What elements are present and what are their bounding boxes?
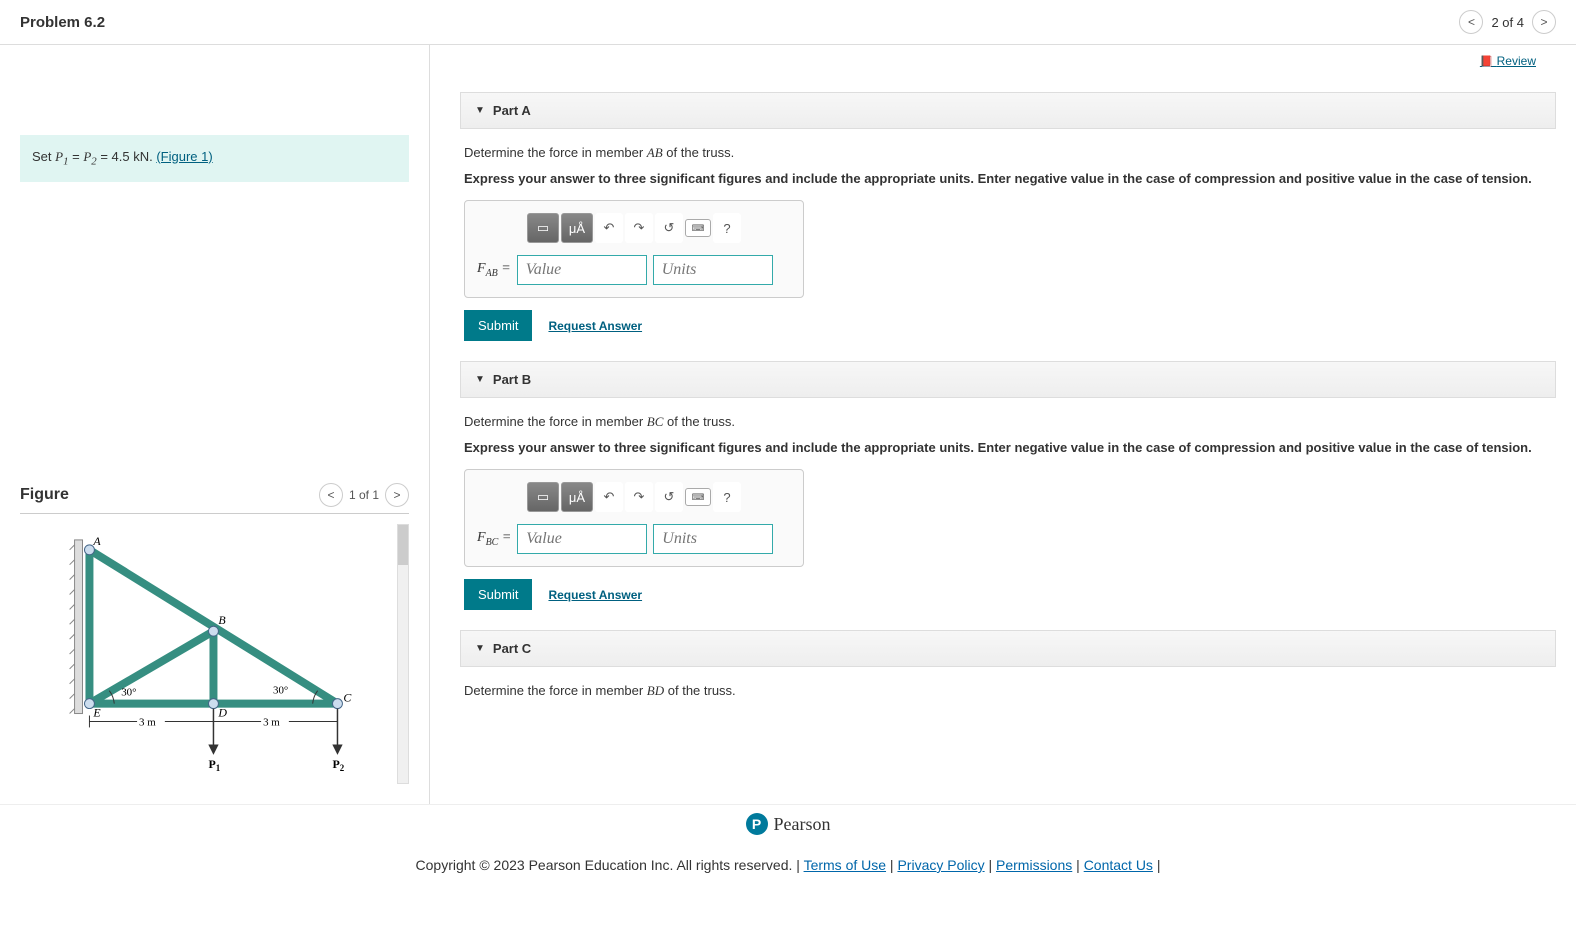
svg-text:E: E (92, 706, 101, 720)
fab-label: FAB = (477, 261, 511, 279)
part-a-instructions: Express your answer to three significant… (464, 171, 1552, 186)
part-a-answer-box: ▭ μÅ ↶ ↷ ↺ ⌨ ? FAB = (464, 200, 804, 298)
templates-button[interactable]: ▭ (527, 482, 559, 512)
greek-button[interactable]: μÅ (561, 213, 593, 243)
greek-button[interactable]: μÅ (561, 482, 593, 512)
svg-text:P2: P2 (333, 757, 345, 773)
svg-text:A: A (92, 534, 101, 548)
next-problem-button[interactable]: > (1532, 10, 1556, 34)
part-b-block: Part B Determine the force in member BC … (460, 361, 1556, 610)
figure-section: Figure < 1 of 1 > (0, 483, 429, 804)
part-a-header[interactable]: Part A (460, 92, 1556, 129)
part-c-prompt: Determine the force in member BD of the … (464, 683, 1552, 699)
redo-button[interactable]: ↷ (625, 482, 653, 512)
footer-brand: P Pearson (0, 805, 1576, 843)
main-layout: Set P1 = P2 = 4.5 kN. (Figure 1) Figure … (0, 45, 1576, 805)
review-link[interactable]: Review (1480, 54, 1536, 68)
svg-text:3 m: 3 m (263, 716, 280, 728)
part-b-answer-box: ▭ μÅ ↶ ↷ ↺ ⌨ ? FBC = (464, 469, 804, 567)
keyboard-button[interactable]: ⌨ (685, 219, 711, 237)
svg-text:P1: P1 (209, 757, 221, 773)
contact-link[interactable]: Contact Us (1084, 857, 1153, 873)
part-c-block: Part C Determine the force in member BD … (460, 630, 1556, 699)
left-column: Set P1 = P2 = 4.5 kN. (Figure 1) Figure … (0, 45, 430, 804)
undo-button[interactable]: ↶ (595, 482, 623, 512)
figure-canvas-wrap: A B C D E 30° 30° (20, 524, 409, 784)
part-b-header[interactable]: Part B (460, 361, 1556, 398)
privacy-link[interactable]: Privacy Policy (897, 857, 984, 873)
svg-text:3 m: 3 m (139, 716, 156, 728)
undo-button[interactable]: ↶ (595, 213, 623, 243)
nav-group: < 2 of 4 > (1459, 10, 1556, 34)
problem-count: 2 of 4 (1491, 15, 1524, 30)
part-b-units-input[interactable] (653, 524, 773, 554)
part-a-request-answer-link[interactable]: Request Answer (548, 319, 642, 333)
problem-title: Problem 6.2 (20, 14, 105, 31)
truss-figure: A B C D E 30° 30° (20, 524, 397, 784)
part-a-submit-button[interactable]: Submit (464, 310, 532, 341)
part-b-submit-button[interactable]: Submit (464, 579, 532, 610)
templates-button[interactable]: ▭ (527, 213, 559, 243)
figure-link[interactable]: (Figure 1) (156, 149, 212, 164)
help-button[interactable]: ? (713, 213, 741, 243)
prev-problem-button[interactable]: < (1459, 10, 1483, 34)
svg-text:D: D (217, 706, 227, 720)
figure-prev-button[interactable]: < (319, 483, 343, 507)
help-button[interactable]: ? (713, 482, 741, 512)
part-b-toolbar: ▭ μÅ ↶ ↷ ↺ ⌨ ? (527, 482, 791, 512)
p1-var: P1 (55, 149, 68, 164)
part-c-header[interactable]: Part C (460, 630, 1556, 667)
svg-text:B: B (218, 613, 225, 627)
pearson-logo-icon: P (746, 813, 768, 835)
part-a-prompt: Determine the force in member AB of the … (464, 145, 1552, 161)
reset-button[interactable]: ↺ (655, 482, 683, 512)
pearson-brand-text: Pearson (774, 814, 831, 835)
part-b-prompt: Determine the force in member BC of the … (464, 414, 1552, 430)
figure-scrollbar[interactable] (397, 524, 409, 784)
part-b-instructions: Express your answer to three significant… (464, 440, 1552, 455)
setup-text: Set (32, 149, 55, 164)
keyboard-button[interactable]: ⌨ (685, 488, 711, 506)
figure-title: Figure (20, 486, 69, 504)
svg-text:30°: 30° (121, 687, 136, 699)
figure-header: Figure < 1 of 1 > (20, 483, 409, 514)
figure-nav: < 1 of 1 > (319, 483, 409, 507)
part-a-block: Part A Determine the force in member AB … (460, 92, 1556, 341)
svg-text:30°: 30° (273, 685, 288, 697)
fbc-label: FBC = (477, 530, 511, 548)
svg-text:C: C (343, 691, 352, 705)
part-b-request-answer-link[interactable]: Request Answer (548, 588, 642, 602)
figure-count: 1 of 1 (349, 488, 379, 502)
permissions-link[interactable]: Permissions (996, 857, 1072, 873)
terms-link[interactable]: Terms of Use (804, 857, 886, 873)
problem-setup-box: Set P1 = P2 = 4.5 kN. (Figure 1) (20, 135, 409, 182)
redo-button[interactable]: ↷ (625, 213, 653, 243)
reset-button[interactable]: ↺ (655, 213, 683, 243)
copyright-text: Copyright © 2023 Pearson Education Inc. … (416, 857, 793, 873)
figure-next-button[interactable]: > (385, 483, 409, 507)
part-a-toolbar: ▭ μÅ ↶ ↷ ↺ ⌨ ? (527, 213, 791, 243)
right-column: Review Part A Determine the force in mem… (430, 45, 1576, 804)
part-a-value-input[interactable] (517, 255, 647, 285)
header-bar: Problem 6.2 < 2 of 4 > (0, 0, 1576, 45)
footer-links: Copyright © 2023 Pearson Education Inc. … (0, 843, 1576, 887)
part-b-value-input[interactable] (517, 524, 647, 554)
p2-var: P2 (83, 149, 96, 164)
part-a-units-input[interactable] (653, 255, 773, 285)
